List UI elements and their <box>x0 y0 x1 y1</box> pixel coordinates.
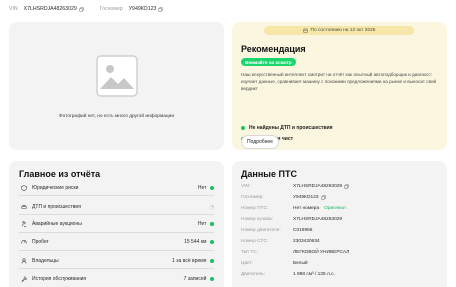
copy-icon[interactable] <box>320 195 326 200</box>
row-accidents[interactable]: ДТП и происшествия <box>21 202 214 212</box>
pts-original-tag: Оригинал <box>324 206 346 211</box>
row-value: 1 за всё время <box>172 258 207 264</box>
pts-label: Тип ТС: <box>241 250 259 255</box>
plate-value: У949КО123 <box>128 6 157 12</box>
car-crash-icon <box>21 204 27 209</box>
status-ok-dot <box>210 186 214 190</box>
pts-value: У949КО123 <box>293 195 319 200</box>
row-label: История обслуживания <box>32 276 87 282</box>
bullet-text: Не найдены ДТП и происшествия <box>249 125 333 131</box>
pts-title: Данные ПТС <box>241 169 297 179</box>
pts-value: 2303420634 <box>293 239 320 244</box>
vehicle-id-bar: VIN X7LHSRDJA48263029 Госномер У949КО123 <box>9 4 179 14</box>
pts-value: ЛЕГКОВОЙ УНИВЕРСАЛ <box>293 250 350 255</box>
pts-row-sts-number: Номер СТС: 2303420634 <box>241 237 320 246</box>
pts-label: Номер двигателя: <box>241 228 281 233</box>
row-label: Пробег <box>32 239 49 245</box>
green-dot-icon <box>241 126 245 130</box>
pts-value: 1 998 см³ / 135 л.с. <box>293 272 335 277</box>
row-mileage[interactable]: Пробег 15 544 км <box>21 237 214 247</box>
divider <box>19 250 214 251</box>
pts-row-plate: Госномер: У949КО123 <box>241 193 326 202</box>
pts-row-engine: Двигатель: 1 998 см³ / 135 л.с. <box>241 270 335 279</box>
calendar-icon <box>302 28 308 33</box>
row-value: Нет <box>197 221 207 227</box>
status-ok-dot <box>210 277 214 281</box>
divider <box>19 232 214 233</box>
pts-label: Двигатель: <box>241 272 265 277</box>
speedometer-icon <box>21 240 27 244</box>
report-summary-card: Главное из отчёта Юридические риски Нет … <box>9 161 224 287</box>
user-icon <box>21 258 27 264</box>
plate-label: Госномер <box>99 6 123 12</box>
pts-row-vehicle-type: Тип ТС: ЛЕГКОВОЙ УНИВЕРСАЛ <box>241 248 349 257</box>
no-photos-text: Фотографий нет, но есть много другой инф… <box>58 114 175 119</box>
pts-data-card: Данные ПТС VIN: X7LHSRDJA48263029 Госном… <box>232 161 447 287</box>
row-label: Владельцы <box>32 258 59 264</box>
status-ok-dot <box>210 222 214 226</box>
status-ok-dot <box>210 259 214 263</box>
gavel-icon <box>21 221 27 227</box>
copy-plate-icon[interactable] <box>158 6 164 12</box>
vin-label: VIN <box>9 6 18 12</box>
pts-value: Белый <box>293 261 308 266</box>
copy-icon[interactable] <box>344 184 349 189</box>
photo-placeholder-card: Фотографий нет, но есть много другой инф… <box>9 22 224 150</box>
bullet-no-accidents: Не найдены ДТП и происшествия <box>241 125 333 131</box>
loading-spinner-icon <box>209 204 214 210</box>
divider <box>19 214 214 215</box>
row-owners[interactable]: Владельцы 1 за всё время <box>21 256 214 266</box>
divider <box>19 268 214 269</box>
pts-row-engine-number: Номер двигателя: C019956 <box>241 226 312 235</box>
pts-label: VIN: <box>241 184 251 189</box>
pts-label: Номер кузова: <box>241 217 273 222</box>
pts-value: C019956 <box>293 228 313 233</box>
pts-value: Нет номера <box>293 206 320 211</box>
wrench-icon <box>21 276 27 282</box>
row-value: 7 записей <box>183 276 207 282</box>
status-ok-dot <box>210 240 214 244</box>
pts-label: Номер СТС: <box>241 239 269 244</box>
recommendation-card: По состоянию на 12 окт 2025 Рекомендация… <box>232 22 447 150</box>
pts-row-vin: VIN: X7LHSRDJA48263029 <box>241 182 349 191</box>
report-date-text: По состоянию на 12 окт 2025 <box>310 28 376 33</box>
report-summary-title: Главное из отчёта <box>19 169 101 179</box>
row-value: 15 544 км <box>184 239 207 245</box>
pts-label: Номер ПТС: <box>241 206 269 211</box>
recommendation-badge: Внимайте на осмотр <box>241 58 296 66</box>
pts-row-body-number: Номер кузова: X7LHSRDJA48263029 <box>241 215 342 224</box>
row-auctions[interactable]: Аварийные аукционы Нет <box>21 219 214 229</box>
recommendation-title: Рекомендация <box>241 44 306 54</box>
row-value: Нет <box>197 185 207 191</box>
report-date-pill: По состоянию на 12 окт 2025 <box>264 26 414 35</box>
recommendation-description: Наш искусственный интеллект смотрит на о… <box>241 72 437 92</box>
copy-vin-icon[interactable] <box>78 6 84 12</box>
row-legal-risks[interactable]: Юридические риски Нет <box>21 183 214 193</box>
details-button[interactable]: Подробнее <box>241 135 279 149</box>
pts-value: X7LHSRDJA48263029 <box>293 184 343 189</box>
shield-icon <box>21 185 27 191</box>
row-label: Аварийные аукционы <box>32 221 82 227</box>
pts-row-pts-number: Номер ПТС: Нет номера Оригинал <box>241 204 346 213</box>
pts-row-color: Цвет: Белый <box>241 259 308 268</box>
image-placeholder-icon <box>96 55 138 97</box>
row-label: Юридические риски <box>32 185 79 191</box>
row-service-history[interactable]: История обслуживания 7 записей <box>21 274 214 284</box>
divider <box>19 195 214 196</box>
row-label: ДТП и происшествия <box>32 204 81 210</box>
vin-value: X7LHSRDJA48263029 <box>23 6 77 12</box>
pts-value: X7LHSRDJA48263029 <box>293 217 343 222</box>
pts-label: Цвет: <box>241 261 254 266</box>
pts-label: Госномер: <box>241 195 264 200</box>
